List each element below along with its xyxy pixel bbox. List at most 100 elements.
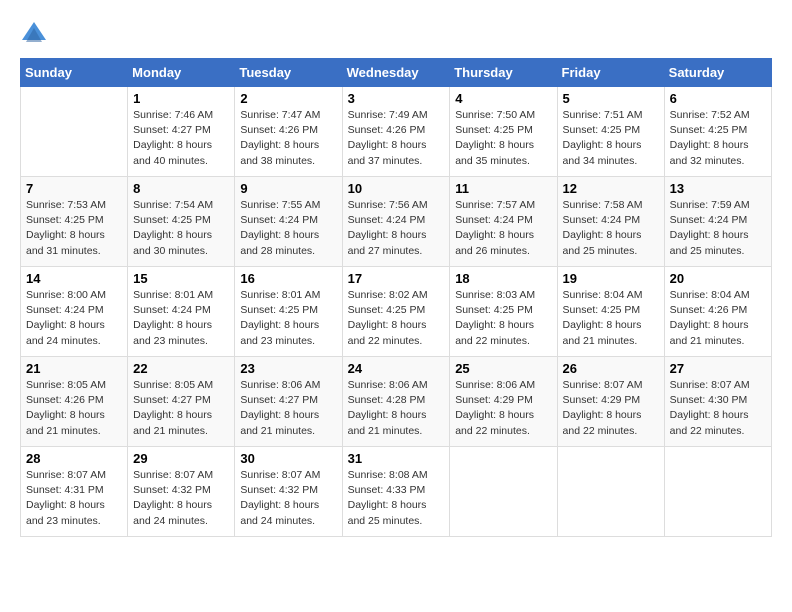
day-number: 25	[455, 361, 551, 376]
header-monday: Monday	[128, 59, 235, 87]
day-detail: Sunrise: 8:07 AMSunset: 4:32 PMDaylight:…	[133, 468, 229, 529]
header-thursday: Thursday	[450, 59, 557, 87]
day-detail: Sunrise: 7:52 AMSunset: 4:25 PMDaylight:…	[670, 108, 766, 169]
day-detail: Sunrise: 8:04 AMSunset: 4:25 PMDaylight:…	[563, 288, 659, 349]
calendar-cell: 27Sunrise: 8:07 AMSunset: 4:30 PMDayligh…	[664, 357, 771, 447]
day-detail: Sunrise: 7:49 AMSunset: 4:26 PMDaylight:…	[348, 108, 445, 169]
header-sunday: Sunday	[21, 59, 128, 87]
day-number: 4	[455, 91, 551, 106]
calendar-week-4: 21 Sunrise: 8:05 AMSunset: 4:26 PMDayligh…	[21, 357, 772, 447]
day-number: 23	[240, 361, 336, 376]
day-number: 16	[240, 271, 336, 286]
day-detail: Sunrise: 7:55 AMSunset: 4:24 PMDaylight:…	[240, 198, 336, 259]
calendar-cell: 26Sunrise: 8:07 AMSunset: 4:29 PMDayligh…	[557, 357, 664, 447]
day-detail: Sunrise: 7:58 AMSunset: 4:24 PMDaylight:…	[563, 198, 659, 259]
calendar-cell: 30Sunrise: 8:07 AMSunset: 4:32 PMDayligh…	[235, 447, 342, 537]
page-header	[20, 20, 772, 48]
logo	[20, 20, 52, 48]
calendar-cell: 3 Sunrise: 7:49 AMSunset: 4:26 PMDaylight…	[342, 87, 450, 177]
calendar-cell: 8Sunrise: 7:54 AMSunset: 4:25 PMDaylight…	[128, 177, 235, 267]
calendar-cell: 19 Sunrise: 8:04 AMSunset: 4:25 PMDayligh…	[557, 267, 664, 357]
calendar-cell: 22 Sunrise: 8:05 AMSunset: 4:27 PMDayligh…	[128, 357, 235, 447]
day-detail: Sunrise: 8:06 AMSunset: 4:29 PMDaylight:…	[455, 378, 551, 439]
calendar-cell: 6 Sunrise: 7:52 AMSunset: 4:25 PMDaylight…	[664, 87, 771, 177]
calendar-cell: 1 Sunrise: 7:46 AMSunset: 4:27 PMDaylight…	[128, 87, 235, 177]
calendar-cell: 11 Sunrise: 7:57 AMSunset: 4:24 PMDayligh…	[450, 177, 557, 267]
calendar-table: SundayMondayTuesdayWednesdayThursdayFrid…	[20, 58, 772, 537]
day-number: 26	[563, 361, 659, 376]
calendar-week-5: 28 Sunrise: 8:07 AMSunset: 4:31 PMDayligh…	[21, 447, 772, 537]
calendar-cell	[21, 87, 128, 177]
calendar-cell: 24 Sunrise: 8:06 AMSunset: 4:28 PMDayligh…	[342, 357, 450, 447]
calendar-cell	[664, 447, 771, 537]
day-number: 12	[563, 181, 659, 196]
calendar-cell: 9Sunrise: 7:55 AMSunset: 4:24 PMDaylight…	[235, 177, 342, 267]
day-detail: Sunrise: 8:08 AMSunset: 4:33 PMDaylight:…	[348, 468, 445, 529]
day-number: 27	[670, 361, 766, 376]
calendar-cell	[557, 447, 664, 537]
day-detail: Sunrise: 8:06 AMSunset: 4:27 PMDaylight:…	[240, 378, 336, 439]
calendar-week-3: 14 Sunrise: 8:00 AMSunset: 4:24 PMDayligh…	[21, 267, 772, 357]
day-detail: Sunrise: 7:56 AMSunset: 4:24 PMDaylight:…	[348, 198, 445, 259]
calendar-cell: 25 Sunrise: 8:06 AMSunset: 4:29 PMDayligh…	[450, 357, 557, 447]
calendar-cell: 23 Sunrise: 8:06 AMSunset: 4:27 PMDayligh…	[235, 357, 342, 447]
day-number: 28	[26, 451, 122, 466]
day-detail: Sunrise: 8:05 AMSunset: 4:26 PMDaylight:…	[26, 378, 122, 439]
calendar-cell: 29 Sunrise: 8:07 AMSunset: 4:32 PMDayligh…	[128, 447, 235, 537]
calendar-cell: 14 Sunrise: 8:00 AMSunset: 4:24 PMDayligh…	[21, 267, 128, 357]
day-number: 30	[240, 451, 336, 466]
day-number: 15	[133, 271, 229, 286]
calendar-week-2: 7 Sunrise: 7:53 AMSunset: 4:25 PMDaylight…	[21, 177, 772, 267]
calendar-cell: 15 Sunrise: 8:01 AMSunset: 4:24 PMDayligh…	[128, 267, 235, 357]
day-number: 14	[26, 271, 122, 286]
day-number: 10	[348, 181, 445, 196]
day-detail: Sunrise: 8:04 AMSunset: 4:26 PMDaylight:…	[670, 288, 766, 349]
day-number: 24	[348, 361, 445, 376]
day-detail: Sunrise: 8:01 AMSunset: 4:24 PMDaylight:…	[133, 288, 229, 349]
day-number: 20	[670, 271, 766, 286]
calendar-header-row: SundayMondayTuesdayWednesdayThursdayFrid…	[21, 59, 772, 87]
day-number: 7	[26, 181, 122, 196]
day-number: 1	[133, 91, 229, 106]
calendar-cell: 12 Sunrise: 7:58 AMSunset: 4:24 PMDayligh…	[557, 177, 664, 267]
day-number: 21	[26, 361, 122, 376]
header-saturday: Saturday	[664, 59, 771, 87]
day-number: 13	[670, 181, 766, 196]
day-detail: Sunrise: 7:59 AMSunset: 4:24 PMDaylight:…	[670, 198, 766, 259]
header-friday: Friday	[557, 59, 664, 87]
day-number: 6	[670, 91, 766, 106]
day-detail: Sunrise: 8:00 AMSunset: 4:24 PMDaylight:…	[26, 288, 122, 349]
calendar-cell: 17Sunrise: 8:02 AMSunset: 4:25 PMDayligh…	[342, 267, 450, 357]
day-number: 22	[133, 361, 229, 376]
day-detail: Sunrise: 7:46 AMSunset: 4:27 PMDaylight:…	[133, 108, 229, 169]
day-number: 29	[133, 451, 229, 466]
calendar-cell: 4 Sunrise: 7:50 AMSunset: 4:25 PMDaylight…	[450, 87, 557, 177]
day-number: 11	[455, 181, 551, 196]
day-detail: Sunrise: 8:07 AMSunset: 4:31 PMDaylight:…	[26, 468, 122, 529]
day-detail: Sunrise: 7:50 AMSunset: 4:25 PMDaylight:…	[455, 108, 551, 169]
calendar-cell	[450, 447, 557, 537]
day-detail: Sunrise: 7:47 AMSunset: 4:26 PMDaylight:…	[240, 108, 336, 169]
day-number: 8	[133, 181, 229, 196]
day-detail: Sunrise: 8:03 AMSunset: 4:25 PMDaylight:…	[455, 288, 551, 349]
day-number: 3	[348, 91, 445, 106]
day-detail: Sunrise: 8:06 AMSunset: 4:28 PMDaylight:…	[348, 378, 445, 439]
calendar-cell: 31 Sunrise: 8:08 AMSunset: 4:33 PMDayligh…	[342, 447, 450, 537]
calendar-cell: 7 Sunrise: 7:53 AMSunset: 4:25 PMDaylight…	[21, 177, 128, 267]
calendar-cell: 13 Sunrise: 7:59 AMSunset: 4:24 PMDayligh…	[664, 177, 771, 267]
day-number: 31	[348, 451, 445, 466]
calendar-cell: 18Sunrise: 8:03 AMSunset: 4:25 PMDayligh…	[450, 267, 557, 357]
header-wednesday: Wednesday	[342, 59, 450, 87]
day-detail: Sunrise: 8:05 AMSunset: 4:27 PMDaylight:…	[133, 378, 229, 439]
day-detail: Sunrise: 7:53 AMSunset: 4:25 PMDaylight:…	[26, 198, 122, 259]
day-number: 5	[563, 91, 659, 106]
day-number: 2	[240, 91, 336, 106]
day-number: 19	[563, 271, 659, 286]
calendar-cell: 20 Sunrise: 8:04 AMSunset: 4:26 PMDayligh…	[664, 267, 771, 357]
day-detail: Sunrise: 8:01 AMSunset: 4:25 PMDaylight:…	[240, 288, 336, 349]
day-detail: Sunrise: 7:51 AMSunset: 4:25 PMDaylight:…	[563, 108, 659, 169]
day-number: 17	[348, 271, 445, 286]
calendar-cell: 21 Sunrise: 8:05 AMSunset: 4:26 PMDayligh…	[21, 357, 128, 447]
day-detail: Sunrise: 7:57 AMSunset: 4:24 PMDaylight:…	[455, 198, 551, 259]
calendar-cell: 10 Sunrise: 7:56 AMSunset: 4:24 PMDayligh…	[342, 177, 450, 267]
